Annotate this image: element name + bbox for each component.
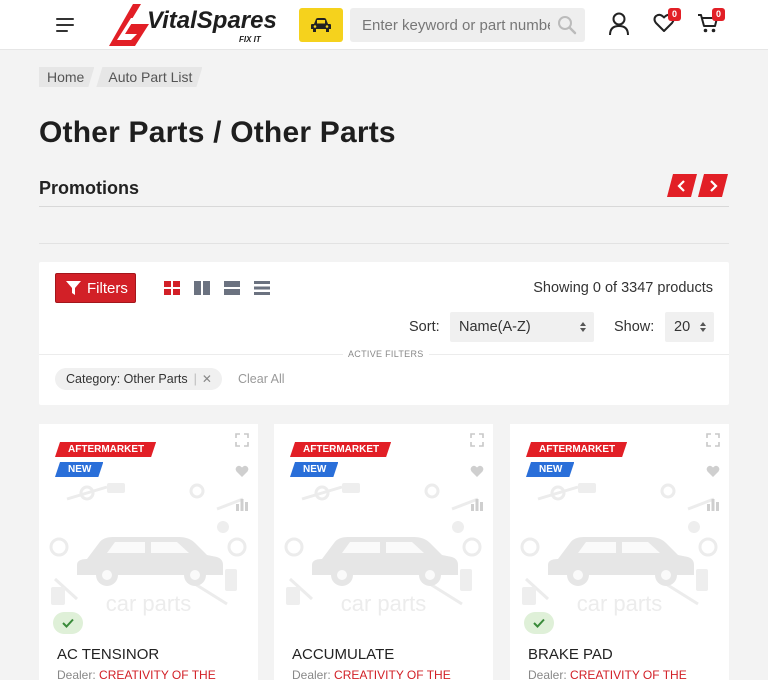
compare-icon[interactable] [706,497,720,511]
show-label: Show: [614,319,655,335]
compare-icon[interactable] [470,497,484,511]
menu-icon[interactable] [56,17,76,33]
aftermarket-badge: AFTERMARKET [526,442,627,457]
dealer-label: Dealer: [57,668,96,680]
product-card[interactable]: car parts AFTERMARKET NEW ACCUMULATE Dea… [274,424,493,680]
filters-button-label: Filters [87,279,128,297]
heart-icon[interactable] [706,465,720,478]
aftermarket-badge: AFTERMARKET [55,442,156,457]
product-dealer: Dealer: CREATIVITY OF THE [292,668,451,680]
logo-tagline: FIX IT [239,35,262,44]
new-badge: NEW [55,462,103,477]
promotions-prev-button[interactable] [667,174,697,197]
car-icon [311,18,331,32]
new-badge: NEW [526,462,574,477]
compare-icon[interactable] [235,497,249,511]
in-stock-badge [524,612,554,634]
sort-select-value: Name(A-Z) [459,319,531,335]
product-name[interactable]: ACCUMULATE [292,646,394,663]
search-icon[interactable] [557,15,577,35]
list-wide-icon[interactable] [223,280,241,296]
product-dealer: Dealer: CREATIVITY OF THE [528,668,687,680]
placeholder-image-caption: car parts [340,591,427,616]
breadcrumb: Home Auto Part List [39,67,204,87]
page-title: Other Parts / Other Parts [39,116,396,149]
vehicle-select-button[interactable] [299,8,343,42]
columns-icon[interactable] [193,280,211,296]
show-count-value: 20 [674,319,691,335]
wishlist-count-badge: 0 [668,8,681,21]
close-icon[interactable]: ✕ [202,368,212,390]
search-input[interactable] [350,8,550,42]
heart-icon[interactable] [235,465,249,478]
check-icon [62,618,74,628]
product-card[interactable]: car parts AFTERMARKET NEW BRAKE PAD Deal… [510,424,729,680]
dealer-link[interactable]: CREATIVITY OF THE [570,668,687,680]
product-dealer: Dealer: CREATIVITY OF THE [57,668,216,680]
account-button[interactable] [608,12,630,41]
filter-icon [66,280,81,295]
select-arrows-icon [580,322,586,332]
promotions-next-button[interactable] [698,174,728,197]
dealer-label: Dealer: [292,668,331,680]
breadcrumb-home[interactable]: Home [39,67,94,87]
search-box [350,8,585,42]
heart-icon[interactable] [470,465,484,478]
new-badge: NEW [290,462,338,477]
grid-icon[interactable] [163,280,181,296]
divider [39,243,729,244]
cart-button[interactable]: 0 [697,8,725,39]
list-icon[interactable] [253,280,271,296]
active-filters-label: ACTIVE FILTERS [343,349,429,359]
select-arrows-icon [700,322,706,332]
dealer-link[interactable]: CREATIVITY OF THE [334,668,451,680]
sort-label: Sort: [409,319,440,335]
filters-button[interactable]: Filters [55,273,136,303]
chevron-left-icon [677,180,687,192]
chip-separator: | [193,372,197,386]
product-toolbar: Filters Showing 0 of 3347 products Sort:… [39,262,729,405]
show-count-select[interactable]: 20 [665,312,714,342]
product-name[interactable]: BRAKE PAD [528,646,613,663]
promotions-title: Promotions [39,178,140,198]
aftermarket-badge: AFTERMARKET [290,442,391,457]
user-icon [609,12,629,36]
dealer-label: Dealer: [528,668,567,680]
in-stock-badge [53,612,83,634]
active-filter-chip: Category: Other Parts | ✕ [55,368,222,390]
chevron-right-icon [708,180,718,192]
dealer-link[interactable]: CREATIVITY OF THE [99,668,216,680]
clear-all-filters-link[interactable]: Clear All [238,372,285,386]
divider [39,206,729,207]
breadcrumb-auto-part-list[interactable]: Auto Part List [96,67,202,87]
results-count: Showing 0 of 3347 products [533,280,713,296]
site-logo[interactable]: VitalSpares FIX IT [105,0,277,50]
check-icon [533,618,545,628]
product-card[interactable]: car parts AFTERMARKET NEW AC TENSINOR De… [39,424,258,680]
expand-icon[interactable] [235,433,249,447]
expand-icon[interactable] [706,433,720,447]
product-name[interactable]: AC TENSINOR [57,646,159,663]
logo-text-vital: VitalSpares [147,7,277,34]
sort-select[interactable]: Name(A-Z) [450,312,594,342]
site-header: VitalSpares FIX IT 0 [0,0,768,50]
filter-chip-label: Category: Other Parts [66,372,188,386]
expand-icon[interactable] [470,433,484,447]
wishlist-button[interactable]: 0 [653,8,681,39]
cart-count-badge: 0 [712,8,725,21]
